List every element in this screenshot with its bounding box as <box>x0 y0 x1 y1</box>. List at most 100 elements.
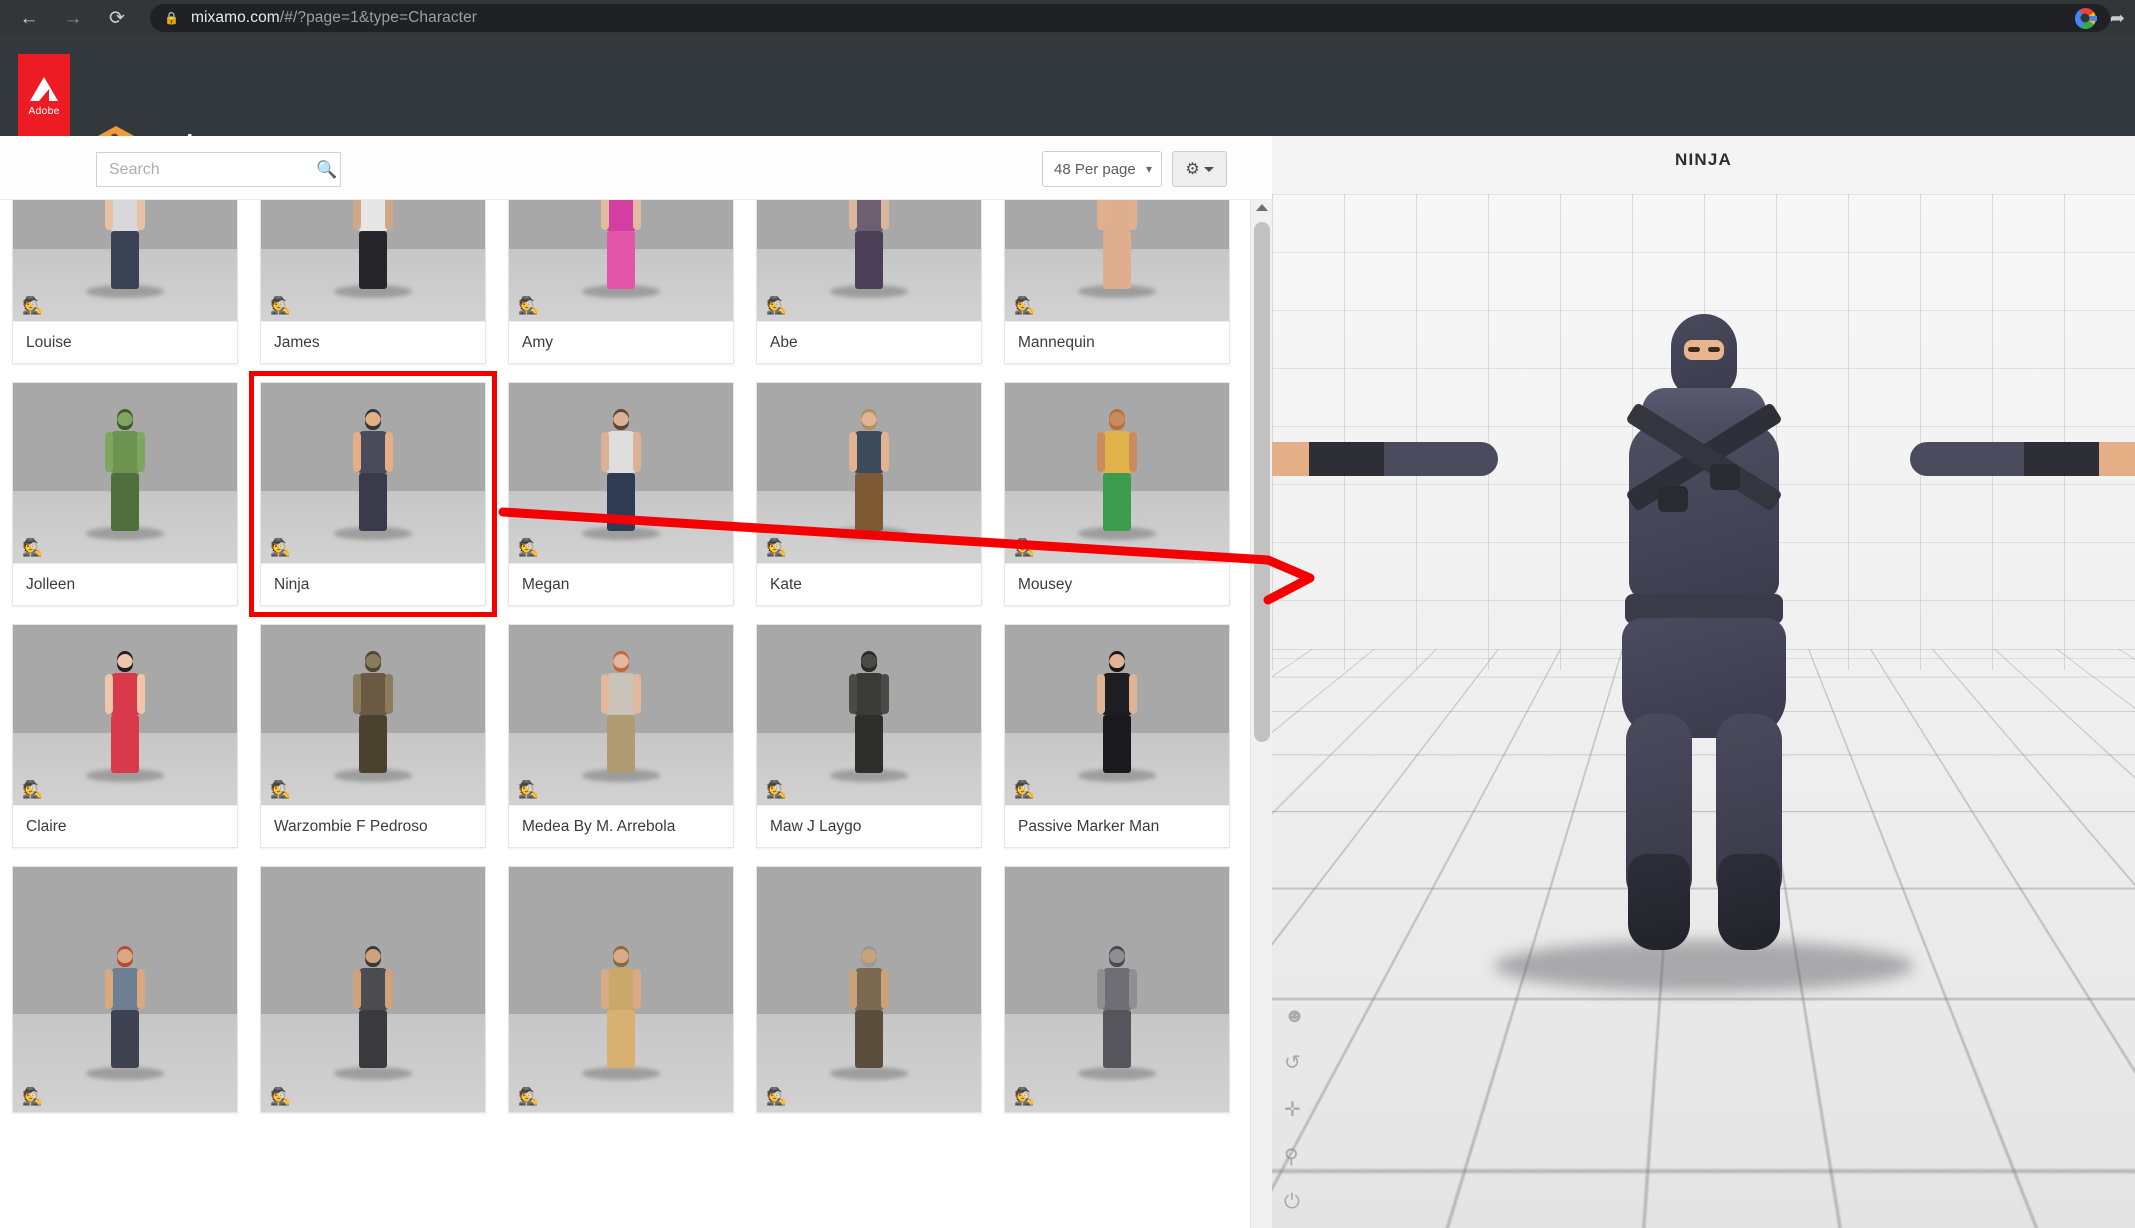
back-arrow-icon[interactable]: ← <box>10 3 48 33</box>
character-thumbnail[interactable]: 🕵️ <box>13 200 237 321</box>
character-thumbnail[interactable]: 🕵️ <box>261 200 485 321</box>
character-thumbnail[interactable]: 🕵️ <box>757 867 981 1112</box>
character-card[interactable]: 🕵️ Jolleen <box>12 382 238 606</box>
character-thumbnail[interactable]: 🕵️ <box>261 867 485 1112</box>
model-left-arm <box>1272 442 1498 476</box>
two-figures-scale-icon: 🕵️ <box>766 780 787 799</box>
character-figure <box>601 948 641 1068</box>
character-thumbnail[interactable]: 🕵️ <box>509 867 733 1112</box>
two-figures-scale-icon: 🕵️ <box>766 538 787 557</box>
character-card[interactable]: 🕵️ <box>756 866 982 1113</box>
character-thumbnail[interactable]: 🕵️ <box>261 625 485 805</box>
figure-legs <box>855 1009 883 1068</box>
character-card[interactable]: 🕵️ <box>12 866 238 1113</box>
character-thumbnail[interactable]: 🕵️ <box>757 625 981 805</box>
figure-right-arm <box>633 968 641 1009</box>
figure-head <box>365 948 381 967</box>
lock-icon: 🔒 <box>164 11 179 25</box>
character-card-label: Abe <box>757 321 981 363</box>
share-icon[interactable]: ➦ <box>2110 8 2125 29</box>
figure-left-arm <box>849 673 857 714</box>
character-card-selected[interactable]: 🕵️ Ninja <box>249 371 497 617</box>
zoom-icon[interactable]: ⚲ <box>1284 1144 1305 1169</box>
character-thumbnail[interactable]: 🕵️ <box>509 383 733 563</box>
character-figure <box>1097 200 1137 289</box>
character-card[interactable]: 🕵️ Louise <box>12 200 238 364</box>
figure-left-arm <box>353 200 361 230</box>
figure-torso <box>606 967 636 1010</box>
figure-torso <box>110 200 140 231</box>
character-thumbnail[interactable]: 🕵️ <box>757 200 981 321</box>
scroll-up-arrow-icon[interactable] <box>1255 204 1268 211</box>
figure-left-arm <box>849 431 857 472</box>
power-icon[interactable]: ⏻ <box>1284 1191 1305 1214</box>
character-thumbnail[interactable]: 🕵️ <box>1005 200 1229 321</box>
character-viewer-panel: NINJA ☻ ↺ ✛ ⚲ ⏻ <box>1272 136 2135 1228</box>
search-icon[interactable]: 🔍 <box>316 160 337 180</box>
adobe-logo[interactable]: Adobe <box>18 54 70 144</box>
character-card[interactable]: 🕵️ Medea By M. Arrebola <box>508 624 734 848</box>
character-thumbnail[interactable]: 🕵️ <box>261 383 485 563</box>
character-card[interactable]: 🕵️ James <box>260 200 486 364</box>
two-figures-scale-icon: 🕵️ <box>270 296 291 315</box>
two-figures-scale-icon: 🕵️ <box>270 538 291 557</box>
pan-move-icon[interactable]: ✛ <box>1284 1097 1305 1122</box>
character-thumbnail[interactable]: 🕵️ <box>509 200 733 321</box>
character-thumbnail[interactable]: 🕵️ <box>1005 383 1229 563</box>
character-card[interactable]: 🕵️ <box>1004 866 1230 1113</box>
grid-scrollbar[interactable] <box>1250 200 1272 1228</box>
model-shadow <box>1493 940 1914 992</box>
character-thumbnail[interactable]: 🕵️ <box>13 383 237 563</box>
forward-arrow-icon[interactable]: → <box>54 3 92 33</box>
figure-left-arm <box>353 968 361 1009</box>
figure-torso <box>110 967 140 1010</box>
character-card[interactable]: 🕵️ Abe <box>756 200 982 364</box>
figure-right-arm <box>385 200 393 230</box>
viewer-3d-stage[interactable]: ☻ ↺ ✛ ⚲ ⏻ <box>1272 194 2135 1228</box>
character-card[interactable]: 🕵️ Maw J Laygo <box>756 624 982 848</box>
figure-left-arm <box>105 200 113 230</box>
face-expression-icon[interactable]: ☻ <box>1284 1005 1305 1028</box>
per-page-select[interactable]: 48 Per page ▾ <box>1042 151 1162 187</box>
character-card[interactable]: 🕵️ Passive Marker Man <box>1004 624 1230 848</box>
search-input[interactable] <box>109 160 316 179</box>
figure-right-arm <box>881 431 889 472</box>
character-card-label: Maw J Laygo <box>757 805 981 847</box>
reload-icon[interactable]: ⟳ <box>98 3 136 33</box>
character-card[interactable]: 🕵️ <box>508 866 734 1113</box>
character-thumbnail[interactable]: 🕵️ <box>1005 867 1229 1112</box>
reset-rotation-icon[interactable]: ↺ <box>1284 1050 1305 1075</box>
address-bar[interactable]: 🔒 mixamo.com/#/?page=1&type=Character <box>150 4 2110 32</box>
character-card[interactable]: 🕵️ Claire <box>12 624 238 848</box>
settings-gear-button[interactable]: ⚙ <box>1172 151 1227 187</box>
scrollbar-thumb[interactable] <box>1254 222 1270 742</box>
character-thumbnail[interactable]: 🕵️ <box>13 867 237 1112</box>
character-grid-panel: 🕵️ Louise 🕵️ James 🕵️ Amy 🕵️ Abe 🕵️ Mannequin 🕵️ Jo… <box>0 200 1272 1228</box>
character-figure <box>353 653 393 773</box>
search-box[interactable]: 🔍 <box>96 152 341 187</box>
character-card[interactable]: 🕵️ <box>260 866 486 1113</box>
character-card[interactable]: 🕵️ Mousey <box>1004 382 1230 606</box>
character-figure <box>353 948 393 1068</box>
browser-toolbar: ← → ⟳ 🔒 mixamo.com/#/?page=1&type=Charac… <box>0 0 2135 36</box>
figure-legs <box>607 472 635 531</box>
google-icon[interactable] <box>2074 7 2097 29</box>
character-card[interactable]: 🕵️ Kate <box>756 382 982 606</box>
character-figure <box>849 411 889 531</box>
character-thumbnail[interactable]: 🕵️ <box>757 383 981 563</box>
figure-right-arm <box>633 200 641 230</box>
ninja-3d-model[interactable] <box>1272 314 2135 992</box>
character-card[interactable]: 🕵️ Warzombie F Pedroso <box>260 624 486 848</box>
character-thumbnail[interactable]: 🕵️ <box>509 625 733 805</box>
app-root: ← → ⟳ 🔒 mixamo.com/#/?page=1&type=Charac… <box>0 0 2135 1228</box>
character-card[interactable]: 🕵️ Mannequin <box>1004 200 1230 364</box>
character-thumbnail[interactable]: 🕵️ <box>13 625 237 805</box>
character-thumbnail[interactable]: 🕵️ <box>1005 625 1229 805</box>
two-figures-scale-icon: 🕵️ <box>1014 538 1035 557</box>
character-card[interactable]: 🕵️ Amy <box>508 200 734 364</box>
chevron-down-icon: ▾ <box>1145 162 1152 176</box>
model-head <box>1670 314 1737 398</box>
figure-legs <box>359 1009 387 1068</box>
figure-head <box>861 653 877 672</box>
character-card[interactable]: 🕵️ Megan <box>508 382 734 606</box>
